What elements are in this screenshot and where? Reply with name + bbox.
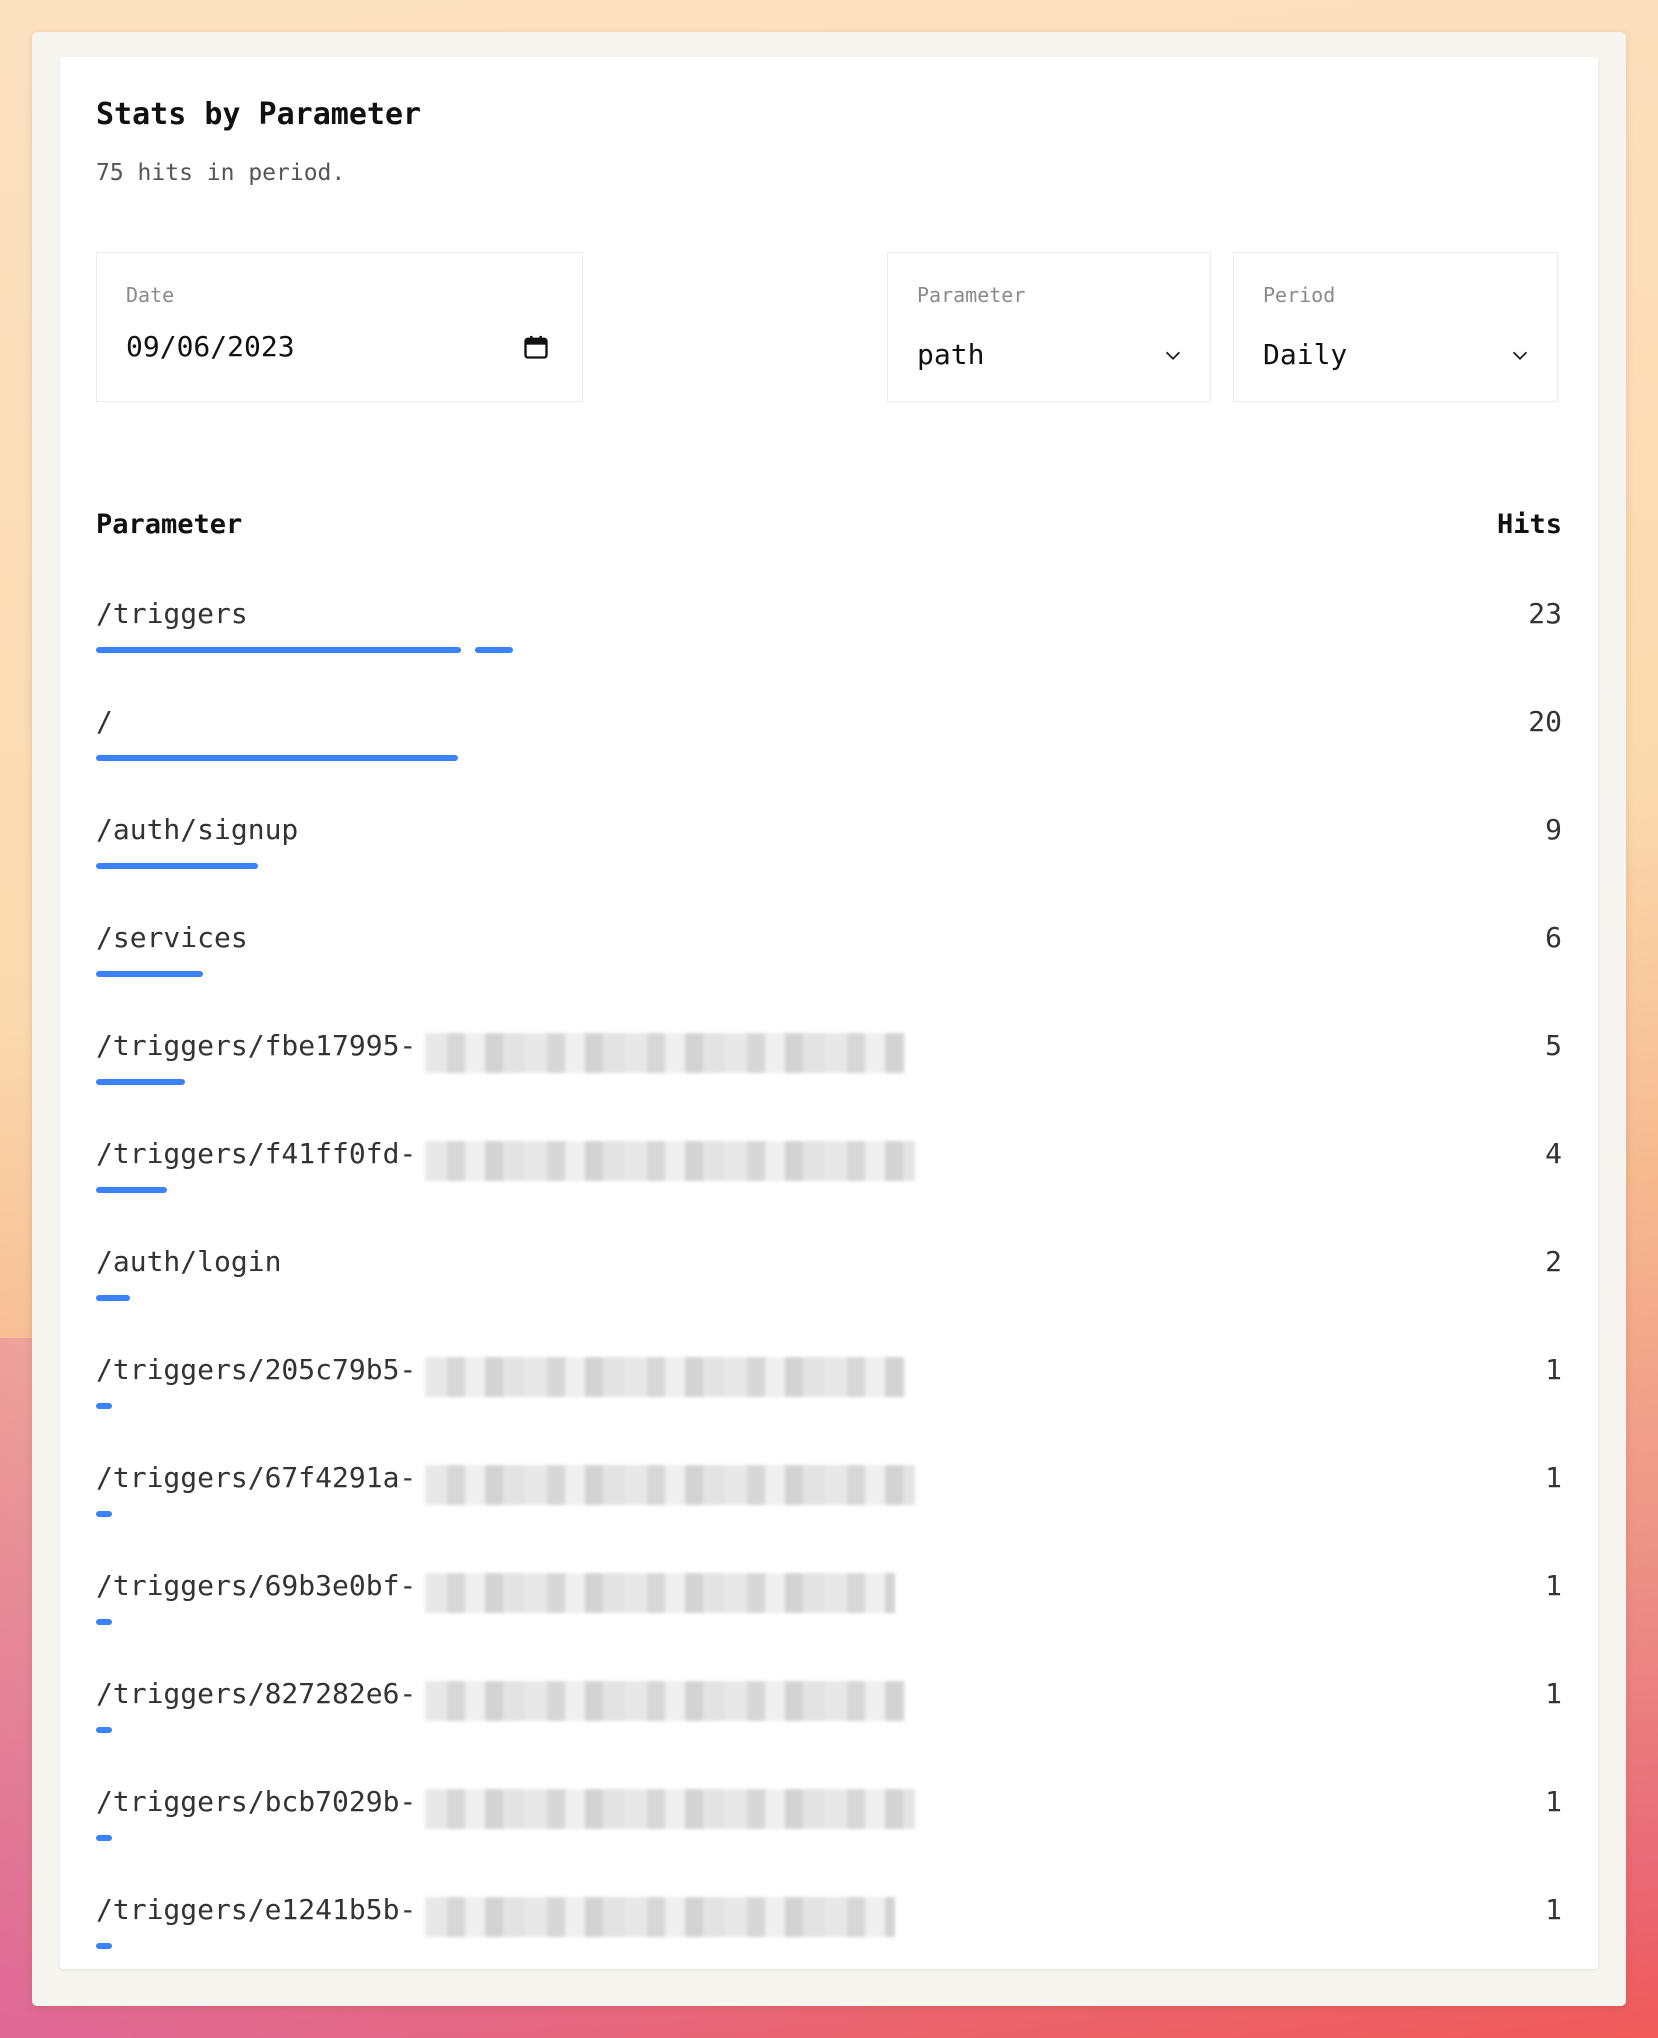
row-hits: 1 xyxy=(1545,1893,1562,1926)
column-header-hits: Hits xyxy=(1496,509,1562,540)
hits-bar xyxy=(96,1943,1562,1949)
row-parameter: /triggers/827282e6- xyxy=(96,1677,417,1710)
hits-bar-segment xyxy=(96,1619,113,1625)
hits-bar xyxy=(96,647,1562,653)
redacted-text xyxy=(424,1357,905,1397)
row-hits: 23 xyxy=(1528,597,1562,630)
hits-bar xyxy=(96,1619,1562,1625)
row-parameter: /triggers/e1241b5b- xyxy=(96,1893,417,1926)
redacted-text xyxy=(424,1141,915,1181)
redacted-text xyxy=(424,1897,895,1937)
hits-summary: 75 hits in period. xyxy=(96,160,346,186)
table-row[interactable]: /triggers/bcb7029b- 1 xyxy=(96,1785,1562,1893)
row-hits: 4 xyxy=(1545,1137,1562,1170)
parameter-select[interactable]: Parameter path xyxy=(887,252,1211,402)
hits-bar-segment xyxy=(96,647,461,653)
redacted-text xyxy=(424,1789,915,1829)
row-parameter: /triggers/bcb7029b- xyxy=(96,1785,417,1818)
chevron-down-icon xyxy=(1165,351,1181,361)
hits-bar xyxy=(96,863,1562,869)
page-title: Stats by Parameter xyxy=(96,97,422,132)
hits-bar xyxy=(96,1511,1562,1517)
hits-bar xyxy=(96,1835,1562,1841)
row-parameter: /services xyxy=(96,921,248,954)
table-row[interactable]: /services 6 xyxy=(96,921,1562,1029)
row-hits: 6 xyxy=(1545,921,1562,954)
hits-bar-segment xyxy=(96,1511,113,1517)
date-label: Date xyxy=(126,283,175,307)
hits-bar-segment xyxy=(96,1295,131,1301)
table-row[interactable]: /auth/signup 9 xyxy=(96,813,1562,921)
hits-bar-segment xyxy=(96,863,258,869)
row-parameter: /triggers/f41ff0fd- xyxy=(96,1137,417,1170)
row-hits: 20 xyxy=(1528,705,1562,738)
stats-panel: Stats by Parameter 75 hits in period. Da… xyxy=(32,32,1626,2006)
table-row[interactable]: /triggers 23 xyxy=(96,597,1562,705)
table-header: Parameter Hits xyxy=(96,509,1562,540)
period-label: Period xyxy=(1263,283,1336,307)
table-row[interactable]: / 20 xyxy=(96,705,1562,813)
hits-bar-segment xyxy=(96,1187,167,1193)
row-parameter: /triggers/69b3e0bf- xyxy=(96,1569,417,1602)
hits-bar xyxy=(96,755,1562,761)
row-hits: 9 xyxy=(1545,813,1562,846)
column-header-parameter: Parameter xyxy=(96,509,243,540)
hits-bar xyxy=(96,1727,1562,1733)
row-parameter: /auth/signup xyxy=(96,813,299,846)
hits-bar xyxy=(96,1079,1562,1085)
redacted-text xyxy=(424,1681,905,1721)
row-hits: 1 xyxy=(1545,1353,1562,1386)
table-row[interactable]: /triggers/67f4291a- 1 xyxy=(96,1461,1562,1569)
table-row[interactable]: /triggers/205c79b5- 1 xyxy=(96,1353,1562,1461)
period-select[interactable]: Period Daily xyxy=(1233,252,1558,402)
row-hits: 1 xyxy=(1545,1785,1562,1818)
hits-bar xyxy=(96,1187,1562,1193)
hits-bar-segment xyxy=(96,1943,113,1949)
row-parameter: / xyxy=(96,705,113,738)
redacted-text xyxy=(424,1573,895,1613)
hits-bar-segment xyxy=(96,755,458,761)
table-row[interactable]: /triggers/fbe17995- 5 xyxy=(96,1029,1562,1137)
row-parameter: /triggers/fbe17995- xyxy=(96,1029,417,1062)
calendar-icon[interactable] xyxy=(522,333,550,361)
hits-bar-segment xyxy=(475,647,513,653)
redacted-text xyxy=(424,1465,915,1505)
parameter-label: Parameter xyxy=(917,283,1026,307)
hits-bar xyxy=(96,1295,1562,1301)
period-value: Daily xyxy=(1263,338,1348,371)
hits-bar xyxy=(96,1403,1562,1409)
hits-bar-segment xyxy=(96,1403,113,1409)
stats-card: Stats by Parameter 75 hits in period. Da… xyxy=(60,57,1598,1969)
row-parameter: /auth/login xyxy=(96,1245,282,1278)
redacted-text xyxy=(424,1033,905,1073)
table-row[interactable]: /triggers/69b3e0bf- 1 xyxy=(96,1569,1562,1677)
row-hits: 1 xyxy=(1545,1677,1562,1710)
chevron-down-icon xyxy=(1512,351,1528,361)
date-value[interactable]: 09/06/2023 xyxy=(126,330,295,363)
stats-table: /triggers 23 / 20/auth/signup 9/services 6/tr… xyxy=(96,597,1562,2001)
table-row[interactable]: /triggers/e1241b5b- 1 xyxy=(96,1893,1562,2001)
table-row[interactable]: /triggers/f41ff0fd- 4 xyxy=(96,1137,1562,1245)
row-parameter: /triggers xyxy=(96,597,248,630)
hits-bar-segment xyxy=(96,1727,113,1733)
row-hits: 2 xyxy=(1545,1245,1562,1278)
table-row[interactable]: /auth/login 2 xyxy=(96,1245,1562,1353)
hits-bar xyxy=(96,971,1562,977)
hits-bar-segment xyxy=(96,971,204,977)
row-parameter: /triggers/67f4291a- xyxy=(96,1461,417,1494)
table-row[interactable]: /triggers/827282e6- 1 xyxy=(96,1677,1562,1785)
hits-bar-segment xyxy=(96,1835,113,1841)
date-field[interactable]: Date 09/06/2023 xyxy=(96,252,583,402)
hits-bar-segment xyxy=(96,1079,185,1085)
parameter-value: path xyxy=(917,338,985,371)
row-hits: 1 xyxy=(1545,1461,1562,1494)
row-hits: 1 xyxy=(1545,1569,1562,1602)
row-parameter: /triggers/205c79b5- xyxy=(96,1353,417,1386)
row-hits: 5 xyxy=(1545,1029,1562,1062)
